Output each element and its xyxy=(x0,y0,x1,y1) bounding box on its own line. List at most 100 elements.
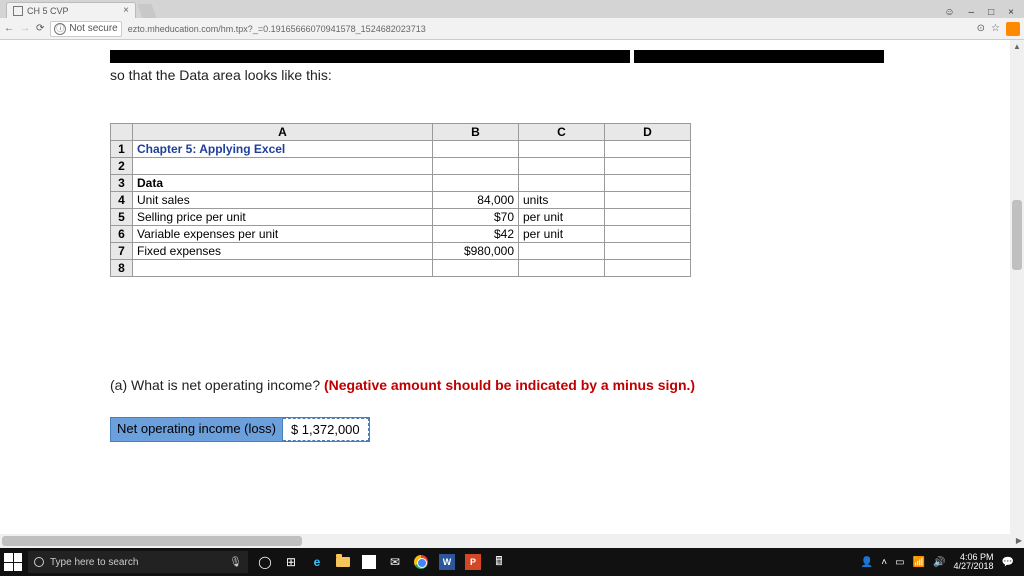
cell xyxy=(605,260,691,277)
close-window-button[interactable]: × xyxy=(1008,7,1014,18)
cell xyxy=(433,158,519,175)
edge-icon[interactable]: e xyxy=(306,551,328,573)
calculator-icon[interactable]: 🖩 xyxy=(488,551,510,573)
redacted-text xyxy=(634,50,884,63)
col-header-D: D xyxy=(605,124,691,141)
answer-value-input[interactable]: $ 1,372,000 xyxy=(283,418,369,441)
tray-wifi-icon[interactable]: 📶 xyxy=(913,557,925,568)
cell xyxy=(605,243,691,260)
row-header: 2 xyxy=(111,158,133,175)
extension-icon[interactable] xyxy=(1006,22,1020,36)
cell: 84,000 xyxy=(433,192,519,209)
info-icon: ⓘ xyxy=(54,23,66,35)
cell xyxy=(605,158,691,175)
windows-taskbar: Type here to search 🎙 ◯ ⊞ e ✉ W P 🖩 👤 ˄ … xyxy=(0,548,1024,576)
cell xyxy=(605,209,691,226)
account-icon[interactable]: ☺ xyxy=(944,7,954,18)
table-row: 6Variable expenses per unit$42per unit xyxy=(111,226,691,243)
browser-tab[interactable]: CH 5 CVP × xyxy=(6,2,136,18)
row-header: 3 xyxy=(111,175,133,192)
search-placeholder: Type here to search xyxy=(50,557,138,568)
corner-cell xyxy=(111,124,133,141)
scroll-thumb[interactable] xyxy=(1012,200,1022,270)
cell xyxy=(605,192,691,209)
question-a-hint: (Negative amount should be indicated by … xyxy=(324,377,695,393)
tray-notifications-icon[interactable]: 💬 xyxy=(1002,557,1014,568)
col-header-A: A xyxy=(133,124,433,141)
tab-title: CH 5 CVP xyxy=(27,6,69,16)
cell xyxy=(519,243,605,260)
tray-volume-icon[interactable]: 🔊 xyxy=(933,557,945,568)
table-row: 8 xyxy=(111,260,691,277)
cell: $42 xyxy=(433,226,519,243)
maximize-button[interactable]: □ xyxy=(988,7,994,18)
cell xyxy=(519,175,605,192)
answer-box: Net operating income (loss) $ 1,372,000 xyxy=(110,417,370,442)
cell: Variable expenses per unit xyxy=(133,226,433,243)
cortana-icon xyxy=(34,557,44,567)
bookmark-star-icon[interactable]: ☆ xyxy=(991,23,1000,34)
omnibox-search-icon[interactable]: ⊙ xyxy=(977,23,985,34)
question-a: (a) What is net operating income? (Negat… xyxy=(110,377,1024,393)
tray-up-icon[interactable]: ˄ xyxy=(881,557,887,568)
tray-clock[interactable]: 4:06 PM 4/27/2018 xyxy=(954,553,994,571)
page-icon xyxy=(13,6,23,16)
cell: per unit xyxy=(519,226,605,243)
cell xyxy=(605,175,691,192)
chrome-icon[interactable] xyxy=(410,551,432,573)
close-tab-icon[interactable]: × xyxy=(123,5,129,16)
url-text[interactable]: ezto.mheducation.com/hm.tpx?_=0.19165666… xyxy=(128,24,426,34)
browser-address-bar: ← → ⟳ ⓘ Not secure ezto.mheducation.com/… xyxy=(0,18,1024,40)
horizontal-scrollbar[interactable]: ◀ ▶ xyxy=(0,534,1024,548)
start-button[interactable] xyxy=(4,553,22,571)
tray-people-icon[interactable]: 👤 xyxy=(861,557,873,568)
reload-button[interactable]: ⟳ xyxy=(36,23,44,34)
cell: per unit xyxy=(519,209,605,226)
intro-text: so that the Data area looks like this: xyxy=(110,40,1024,85)
tray-date: 4/27/2018 xyxy=(954,562,994,571)
intro-tail: so that the Data area looks like this: xyxy=(110,67,332,83)
mail-icon[interactable]: ✉ xyxy=(384,551,406,573)
row-header: 4 xyxy=(111,192,133,209)
window-controls: ☺ – □ × xyxy=(934,7,1024,18)
vertical-scrollbar[interactable]: ▲ ▼ xyxy=(1010,40,1024,548)
scroll-thumb[interactable] xyxy=(2,536,302,546)
file-explorer-icon[interactable] xyxy=(332,551,354,573)
spreadsheet-table: A B C D 1Chapter 5: Applying Excel23Data… xyxy=(110,123,691,277)
word-icon[interactable]: W xyxy=(436,551,458,573)
forward-button[interactable]: → xyxy=(20,23,30,34)
browser-tabstrip: CH 5 CVP × ☺ – □ × xyxy=(0,0,1024,18)
security-chip[interactable]: ⓘ Not secure xyxy=(50,21,121,37)
minimize-button[interactable]: – xyxy=(969,7,975,18)
cell xyxy=(133,158,433,175)
new-tab-button[interactable] xyxy=(137,4,156,18)
task-view-icon[interactable]: ⊞ xyxy=(280,551,302,573)
tray-battery-icon[interactable]: ▭ xyxy=(895,557,904,568)
system-tray: 👤 ˄ ▭ 📶 🔊 4:06 PM 4/27/2018 💬 xyxy=(861,553,1020,571)
scroll-right-icon[interactable]: ▶ xyxy=(1016,536,1022,545)
cell: Unit sales xyxy=(133,192,433,209)
powerpoint-icon[interactable]: P xyxy=(462,551,484,573)
question-a-text: (a) What is net operating income? xyxy=(110,377,324,393)
row-header: 6 xyxy=(111,226,133,243)
cell xyxy=(605,226,691,243)
table-row: 4Unit sales84,000units xyxy=(111,192,691,209)
answer-label: Net operating income (loss) xyxy=(111,418,283,441)
table-row: 7Fixed expenses$980,000 xyxy=(111,243,691,260)
col-header-C: C xyxy=(519,124,605,141)
cell xyxy=(519,260,605,277)
cell: units xyxy=(519,192,605,209)
back-button[interactable]: ← xyxy=(4,23,14,34)
row-header: 7 xyxy=(111,243,133,260)
scroll-up-icon[interactable]: ▲ xyxy=(1013,42,1021,51)
cell xyxy=(433,175,519,192)
store-icon[interactable] xyxy=(358,551,380,573)
mic-icon[interactable]: 🎙 xyxy=(229,557,242,568)
col-header-B: B xyxy=(433,124,519,141)
cell xyxy=(433,141,519,158)
cell: $70 xyxy=(433,209,519,226)
cell xyxy=(133,260,433,277)
cortana-ring-icon[interactable]: ◯ xyxy=(254,551,276,573)
not-secure-label: Not secure xyxy=(69,23,117,34)
taskbar-search[interactable]: Type here to search 🎙 xyxy=(28,551,248,573)
